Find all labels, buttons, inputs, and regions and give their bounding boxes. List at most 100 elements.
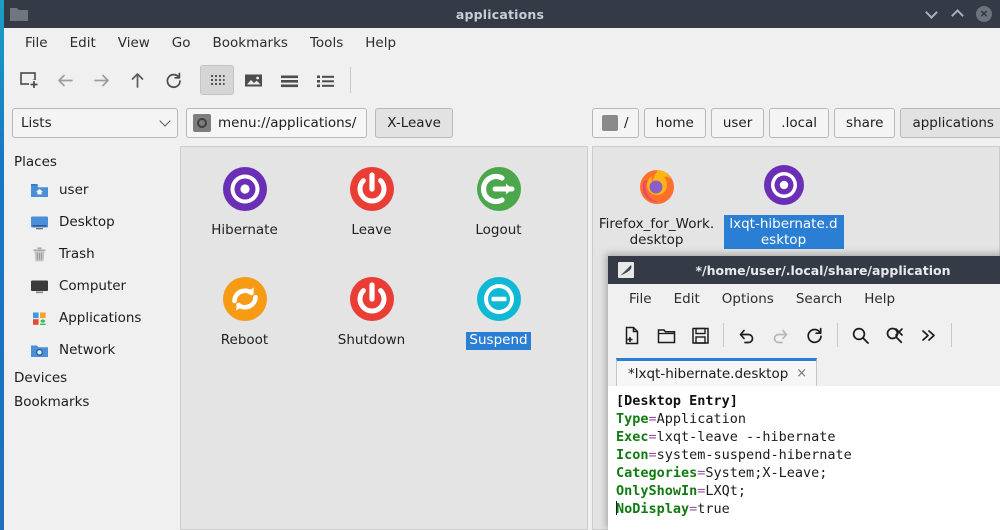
grid-view-icon[interactable] — [200, 65, 234, 95]
detail-view-icon[interactable] — [308, 65, 342, 95]
item-label: lxqt-hibernate.desktop — [723, 215, 844, 250]
close-icon[interactable]: × — [796, 366, 807, 381]
computer-icon — [30, 277, 49, 296]
sidebar-item-label: Desktop — [59, 214, 115, 230]
editor-tab-bar: *lxqt-hibernate.desktop × — [608, 356, 1000, 386]
menu-view[interactable]: View — [107, 31, 161, 55]
new-window-icon[interactable] — [12, 65, 46, 95]
editor-menu-help[interactable]: Help — [853, 287, 906, 311]
path-value: menu://applications/ — [218, 115, 357, 131]
menu-file[interactable]: File — [14, 31, 59, 55]
editor-toolbar-divider — [723, 323, 724, 347]
thumbnail-view-icon[interactable] — [236, 65, 270, 95]
item-label: Suspend — [466, 332, 531, 350]
menu-edit[interactable]: Edit — [59, 31, 107, 55]
code-section: [Desktop Entry] — [616, 393, 738, 409]
arrow-right-icon[interactable] — [84, 65, 118, 95]
menu-tools[interactable]: Tools — [299, 31, 354, 55]
compact-view-icon[interactable] — [272, 65, 306, 95]
list-item[interactable]: Hibernate — [181, 157, 308, 267]
view-mode-select[interactable]: Lists — [12, 108, 178, 138]
sidebar-item-desktop[interactable]: Desktop — [8, 206, 180, 238]
breadcrumb-root[interactable]: / — [592, 108, 639, 138]
tab-lxqt-hibernate-desktop[interactable]: *lxqt-hibernate.desktop × — [616, 358, 818, 386]
sidebar-section-places: Places — [14, 154, 57, 170]
file-manager-menubar: File Edit View Go Bookmarks Tools Help — [4, 28, 1000, 58]
list-item[interactable]: Reboot — [181, 267, 308, 377]
editor-menu-search[interactable]: Search — [785, 287, 853, 311]
search-icon[interactable] — [844, 320, 877, 350]
list-item[interactable]: Suspend — [435, 267, 562, 377]
editor-menubar: File Edit Options Search Help — [608, 284, 1000, 314]
sidebar: Places user Desktop Trash Computer Appli… — [4, 144, 180, 530]
sidebar-item-user[interactable]: user — [8, 174, 180, 206]
editor-menu-file[interactable]: File — [618, 287, 663, 311]
chevron-double-right-icon[interactable] — [912, 320, 945, 350]
view-mode-value: Lists — [21, 115, 52, 131]
toolbar-divider — [350, 67, 351, 93]
undo-icon[interactable] — [730, 320, 763, 350]
item-label: Leave — [351, 222, 392, 238]
breadcrumb-label: / — [624, 115, 629, 131]
network-icon — [30, 341, 49, 360]
list-item[interactable]: Shutdown — [308, 267, 435, 377]
reload-icon[interactable] — [156, 65, 190, 95]
close-button[interactable]: × — [976, 6, 992, 22]
breadcrumb-home[interactable]: home — [643, 108, 706, 138]
code-value: system-suspend-hibernate — [656, 447, 852, 463]
editor-toolbar-divider — [951, 323, 952, 347]
maximize-button[interactable] — [950, 6, 966, 22]
breadcrumb-user[interactable]: user — [710, 108, 765, 138]
right-breadcrumb-bar: / home user .local share applications — [592, 102, 1000, 144]
sidebar-item-label: user — [59, 182, 89, 198]
code-key: Exec — [616, 429, 649, 445]
suspend-icon — [475, 275, 523, 323]
item-label: Shutdown — [337, 332, 406, 348]
sidebar-section-bookmarks: Bookmarks — [14, 394, 90, 410]
sidebar-item-trash[interactable]: Trash — [8, 238, 180, 270]
arrow-up-icon[interactable] — [120, 65, 154, 95]
hibernate-icon — [762, 163, 806, 207]
file-manager-titlebar: applications × — [0, 0, 1000, 28]
item-label: Reboot — [220, 332, 269, 348]
menu-go[interactable]: Go — [161, 31, 202, 55]
open-folder-icon[interactable] — [650, 320, 683, 350]
menu-location-icon — [193, 114, 211, 132]
code-line: [Desktop Entry] — [616, 392, 1000, 410]
list-item[interactable]: Leave — [308, 157, 435, 267]
editor-menu-edit[interactable]: Edit — [663, 287, 711, 311]
sidebar-item-computer[interactable]: Computer — [8, 270, 180, 302]
code-key: Icon — [616, 447, 649, 463]
path-input[interactable]: menu://applications/ — [186, 108, 368, 138]
tab-label: *lxqt-hibernate.desktop — [628, 365, 789, 382]
breadcrumb-share[interactable]: share — [834, 108, 896, 138]
sidebar-item-network[interactable]: Network — [8, 334, 180, 366]
file-manager-toolbar — [4, 58, 1000, 102]
item-label: Hibernate — [211, 222, 278, 238]
save-disk-icon[interactable] — [684, 320, 717, 350]
redo-icon — [764, 320, 797, 350]
breadcrumb-x-leave[interactable]: X-Leave — [375, 108, 453, 138]
arrow-left-icon[interactable] — [48, 65, 82, 95]
breadcrumb-local[interactable]: .local — [769, 108, 830, 138]
list-item[interactable]: Logout — [435, 157, 562, 267]
code-key: Categories — [616, 465, 698, 481]
desktop-icon — [30, 213, 49, 232]
new-file-icon[interactable] — [616, 320, 649, 350]
center-file-pane[interactable]: Hibernate Leave Logout Reboot Shutdown S… — [180, 146, 588, 530]
editor-text-area[interactable]: [Desktop Entry] Type=Application Exec=lx… — [608, 386, 1000, 530]
breadcrumb-applications[interactable]: applications — [900, 108, 1000, 138]
minimize-button[interactable] — [924, 6, 940, 22]
list-item[interactable]: lxqt-hibernate.desktop — [720, 155, 847, 265]
menu-bookmarks[interactable]: Bookmarks — [202, 31, 299, 55]
editor-titlebar: */home/user/.local/share/application — [608, 256, 1000, 284]
list-item[interactable]: Firefox_for_Work.desktop — [593, 155, 720, 265]
find-replace-icon[interactable] — [878, 320, 911, 350]
menu-help[interactable]: Help — [354, 31, 407, 55]
sidebar-item-applications[interactable]: Applications — [8, 302, 180, 334]
code-line: Icon=system-suspend-hibernate — [616, 447, 852, 463]
item-label: Firefox_for_Work.desktop — [598, 216, 715, 249]
reload-icon[interactable] — [798, 320, 831, 350]
active-window-accent-strip — [0, 0, 4, 530]
editor-menu-options[interactable]: Options — [711, 287, 785, 311]
